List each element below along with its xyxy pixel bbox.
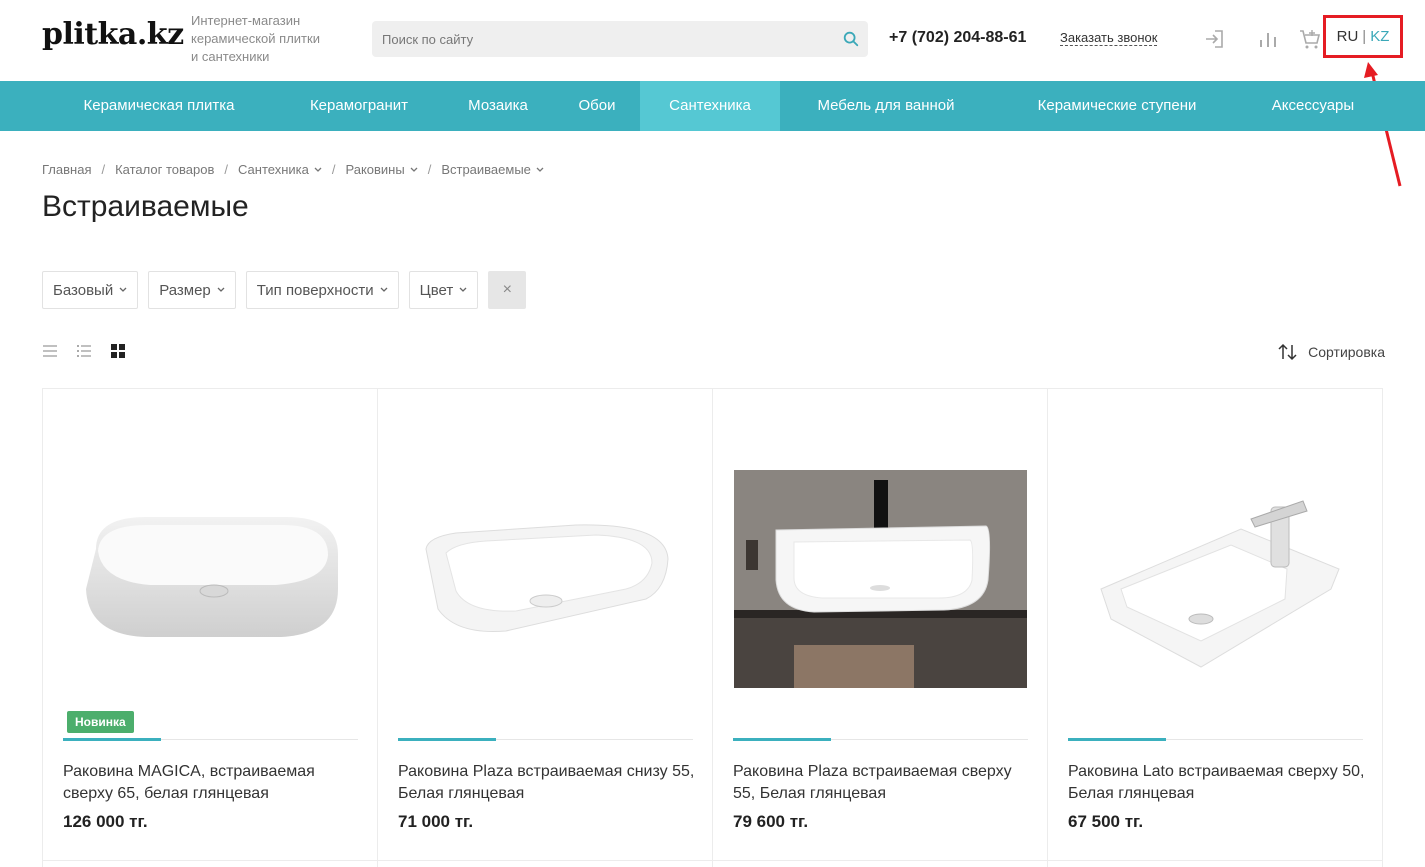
tagline-line: Интернет-магазин	[191, 13, 301, 28]
card-divider-accent	[398, 738, 496, 741]
nav-item-plumbing[interactable]: Сантехника	[640, 81, 780, 131]
chevron-down-icon	[119, 287, 127, 292]
breadcrumb-label: Раковины	[345, 162, 405, 177]
tagline-line: керамической плитки	[191, 31, 320, 46]
breadcrumb-sinks[interactable]: Раковины	[345, 162, 418, 177]
card-divider-accent	[63, 738, 161, 741]
product-card[interactable]: Раковина Plaza встраиваемая снизу 55, Бе…	[378, 389, 713, 867]
chevron-down-icon	[314, 167, 322, 172]
compare-icon[interactable]	[1257, 27, 1281, 51]
chevron-down-icon	[410, 167, 418, 172]
new-badge: Новинка	[67, 711, 134, 733]
filter-label: Размер	[159, 281, 211, 299]
login-icon[interactable]	[1203, 27, 1227, 51]
product-name[interactable]: Раковина Plaza встраиваемая сверху 55, Б…	[733, 761, 1033, 805]
breadcrumb-home[interactable]: Главная	[42, 162, 91, 177]
phone-number[interactable]: +7 (702) 204-88-61	[889, 29, 1026, 47]
cart-icon[interactable]	[1298, 27, 1322, 51]
search-bar	[372, 21, 868, 57]
breadcrumb-built-in[interactable]: Встраиваемые	[441, 162, 544, 177]
nav-item-mosaic[interactable]: Мозаика	[442, 81, 554, 131]
filter-surface-type[interactable]: Тип поверхности	[245, 271, 399, 309]
clear-filters-button[interactable]: ×	[488, 271, 527, 309]
product-price: 67 500 тг.	[1068, 812, 1144, 831]
filter-label: Базовый	[53, 281, 114, 299]
nav-item-ceramic-tile[interactable]: Керамическая плитка	[42, 81, 276, 131]
chevron-down-icon	[459, 287, 467, 292]
list-view-icon[interactable]	[42, 343, 58, 359]
nav-item-ceramic-steps[interactable]: Керамические ступени	[992, 81, 1242, 131]
grid-bottom-border	[42, 860, 1383, 861]
sink-image	[85, 517, 338, 637]
tagline-line: и сантехники	[191, 49, 270, 64]
filter-color[interactable]: Цвет	[408, 271, 479, 309]
lang-kz[interactable]: KZ	[1370, 28, 1389, 45]
compact-list-view-icon[interactable]	[76, 343, 92, 359]
filter-label: Цвет	[419, 281, 454, 299]
breadcrumb-separator: /	[224, 162, 228, 177]
product-grid: Новинка Раковина MAGICA, встраиваемая св…	[42, 388, 1383, 867]
callback-link[interactable]: Заказать звонок	[1060, 30, 1158, 46]
breadcrumb-separator: /	[331, 162, 336, 177]
sink-photo	[734, 470, 1027, 688]
product-price: 71 000 тг.	[398, 812, 474, 831]
product-image[interactable]	[398, 449, 693, 709]
chevron-down-icon	[380, 287, 388, 292]
sort-label: Сортировка	[1308, 344, 1385, 360]
search-input[interactable]	[372, 21, 832, 57]
breadcrumb-catalog[interactable]: Каталог товаров	[115, 162, 214, 177]
product-card[interactable]: Новинка Раковина MAGICA, встраиваемая св…	[43, 389, 378, 867]
sort-control[interactable]: Сортировка	[1278, 343, 1385, 361]
language-switcher: RU | KZ	[1323, 15, 1403, 58]
filter-size[interactable]: Размер	[148, 271, 236, 309]
lang-ru[interactable]: RU	[1337, 28, 1359, 45]
breadcrumb-separator: /	[101, 162, 106, 177]
grid-view-icon[interactable]	[110, 343, 126, 359]
product-name[interactable]: Раковина Lato встраиваемая сверху 50, Бе…	[1068, 761, 1368, 805]
nav-item-wallpaper[interactable]: Обои	[554, 81, 640, 131]
breadcrumb-separator: /	[427, 162, 432, 177]
view-switcher	[42, 343, 126, 359]
product-image[interactable]	[63, 449, 358, 709]
product-price: 126 000 тг.	[63, 812, 148, 831]
breadcrumb: Главная / Каталог товаров / Сантехника /…	[42, 162, 544, 177]
breadcrumb-plumbing[interactable]: Сантехника	[238, 162, 322, 177]
chevron-down-icon	[217, 287, 225, 292]
product-card[interactable]: Раковина Plaza встраиваемая сверху 55, Б…	[713, 389, 1048, 867]
card-divider-accent	[1068, 738, 1166, 741]
site-logo[interactable]: plitka.kz	[42, 17, 184, 52]
product-card[interactable]: Раковина Lato встраиваемая сверху 50, Бе…	[1048, 389, 1383, 867]
breadcrumb-label: Сантехника	[238, 162, 309, 177]
product-name[interactable]: Раковина MAGICA, встраиваемая сверху 65,…	[63, 761, 363, 805]
sink-image	[424, 524, 669, 633]
card-divider-accent	[733, 738, 831, 741]
page-title: Встраиваемые	[42, 190, 249, 223]
site-header: plitka.kz Интернет-магазин керамической …	[0, 0, 1425, 81]
search-icon[interactable]	[842, 30, 860, 48]
product-image[interactable]	[1068, 449, 1363, 709]
filter-label: Тип поверхности	[256, 281, 374, 299]
sort-icon	[1278, 343, 1297, 361]
filter-bar: Базовый Размер Тип поверхности Цвет ×	[42, 271, 527, 309]
nav-item-bathroom-furniture[interactable]: Мебель для ванной	[780, 81, 992, 131]
breadcrumb-label: Встраиваемые	[441, 162, 531, 177]
product-name[interactable]: Раковина Plaza встраиваемая снизу 55, Бе…	[398, 761, 698, 805]
site-tagline: Интернет-магазин керамической плитки и с…	[191, 12, 351, 66]
chevron-down-icon	[536, 167, 544, 172]
nav-item-accessories[interactable]: Аксессуары	[1242, 81, 1384, 131]
product-image[interactable]	[733, 449, 1028, 709]
nav-item-porcelain[interactable]: Керамогранит	[276, 81, 442, 131]
filter-base[interactable]: Базовый	[42, 271, 139, 309]
main-nav: Керамическая плитка Керамогранит Мозаика…	[0, 81, 1425, 131]
lang-separator: |	[1362, 28, 1367, 45]
sink-image	[1099, 500, 1340, 668]
product-price: 79 600 тг.	[733, 812, 809, 831]
